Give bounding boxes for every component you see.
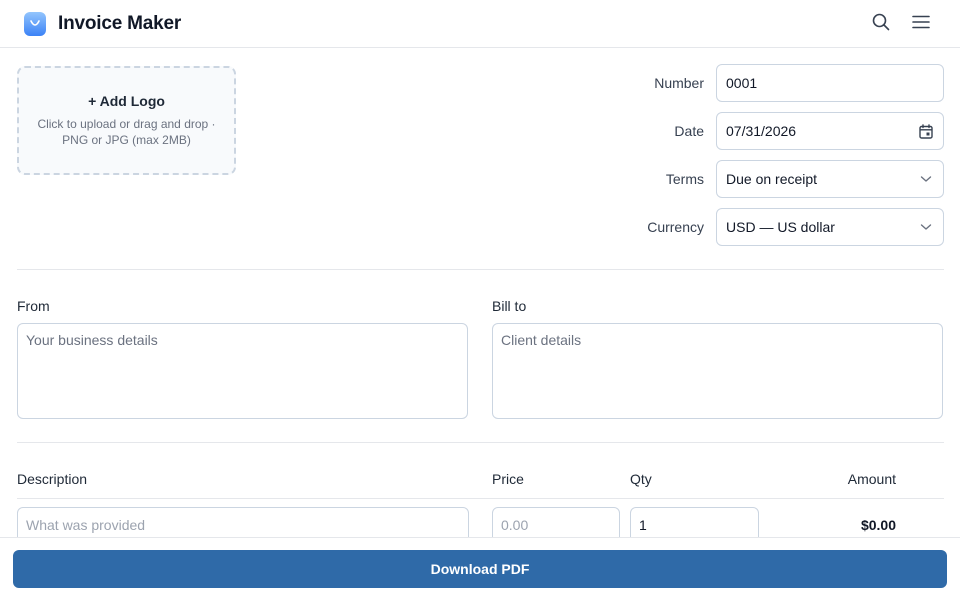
brand[interactable]: Invoice Maker xyxy=(24,11,182,36)
chevron-down-icon xyxy=(918,219,934,235)
meta-row-currency: Currency USD — US dollar xyxy=(624,208,944,246)
price-cell: 0.00 xyxy=(492,507,630,537)
meta-row-date: Date 07/31/2026 xyxy=(624,112,944,150)
terms-select[interactable]: Due on receipt xyxy=(716,160,944,198)
date-value: 07/31/2026 xyxy=(726,123,797,139)
description-input[interactable]: What was provided xyxy=(17,507,469,537)
qty-value: 1 xyxy=(639,517,647,533)
amount-value: $0.00 xyxy=(860,517,896,533)
search-button[interactable] xyxy=(866,9,896,39)
number-value: 0001 xyxy=(726,75,758,91)
app-header: Invoice Maker xyxy=(0,0,960,48)
action-footer: Download PDF xyxy=(0,537,960,600)
chevron-down-icon xyxy=(918,171,934,187)
line-items-header: Description Price Qty Amount xyxy=(17,443,944,499)
qty-input[interactable]: 1 xyxy=(630,507,759,537)
invoice-form: + Add Logo Click to upload or drag and d… xyxy=(0,49,960,537)
meta-row-number: Number 0001 xyxy=(624,64,944,102)
parties-section: From Your business details Bill to Clien… xyxy=(17,270,944,442)
table-row: What was provided 0.00 1 $0.00 xyxy=(17,499,944,537)
download-pdf-button[interactable]: Download PDF xyxy=(13,550,947,588)
app-logo-icon xyxy=(24,11,46,36)
header-actions xyxy=(866,9,936,39)
bill-to-label: Bill to xyxy=(492,298,527,314)
qty-header: Qty xyxy=(630,470,652,487)
qty-cell: 1 xyxy=(630,507,770,537)
logo-upload-title: + Add Logo xyxy=(88,93,165,109)
logo-upload-dropzone[interactable]: + Add Logo Click to upload or drag and d… xyxy=(17,66,236,175)
number-input[interactable]: 0001 xyxy=(716,64,944,102)
search-icon xyxy=(872,13,890,34)
bill-to-placeholder: Client details xyxy=(501,332,582,348)
date-label: Date xyxy=(674,123,704,139)
from-party: From Your business details xyxy=(17,298,468,442)
logo-upload-hint: Click to upload or drag and drop · PNG o… xyxy=(37,117,216,147)
currency-value: USD — US dollar xyxy=(726,219,835,235)
from-placeholder: Your business details xyxy=(26,332,158,348)
date-input[interactable]: 07/31/2026 xyxy=(716,112,944,150)
app-title: Invoice Maker xyxy=(58,12,182,34)
from-label: From xyxy=(17,298,50,314)
price-placeholder: 0.00 xyxy=(501,517,529,533)
description-placeholder: What was provided xyxy=(26,517,146,533)
price-header: Price xyxy=(492,470,524,487)
calendar-icon[interactable] xyxy=(918,123,934,139)
amount-header: Amount xyxy=(847,470,896,487)
bill-to-textarea[interactable]: Client details xyxy=(492,323,943,419)
invoice-meta: Number 0001 Date 07/31/2026 Terms Due on… xyxy=(624,64,944,256)
meta-row-terms: Terms Due on receipt xyxy=(624,160,944,198)
menu-icon xyxy=(912,15,930,32)
description-header: Description xyxy=(17,470,88,487)
invoice-app: Invoice Maker + Add Logo Click to upload… xyxy=(0,0,960,600)
from-textarea[interactable]: Your business details xyxy=(17,323,468,419)
bill-to-party: Bill to Client details xyxy=(492,298,943,442)
menu-button[interactable] xyxy=(906,9,936,39)
currency-select[interactable]: USD — US dollar xyxy=(716,208,944,246)
invoice-top-section: + Add Logo Click to upload or drag and d… xyxy=(17,49,944,269)
terms-value: Due on receipt xyxy=(726,171,818,187)
description-cell: What was provided xyxy=(17,507,492,537)
price-input[interactable]: 0.00 xyxy=(492,507,620,537)
terms-label: Terms xyxy=(665,171,704,187)
number-label: Number xyxy=(654,75,704,91)
currency-label: Currency xyxy=(647,219,704,235)
